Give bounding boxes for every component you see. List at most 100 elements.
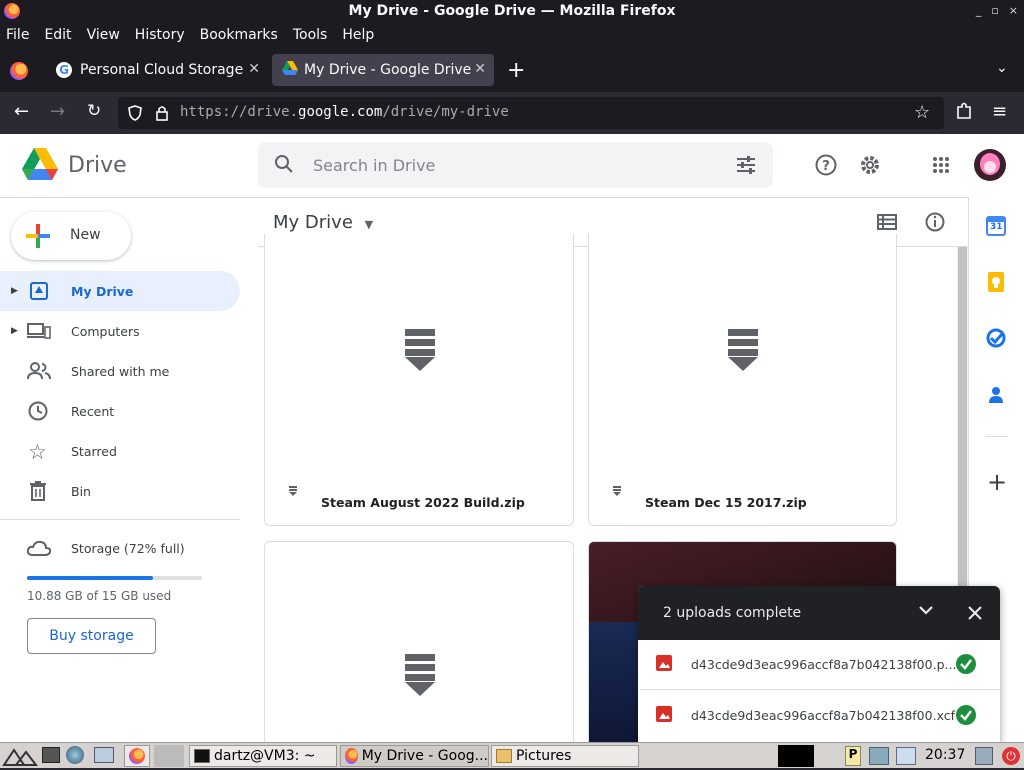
svg-text:?: ? — [822, 159, 830, 174]
tab-personal-cloud[interactable]: G Personal Cloud Storage & ✕ — [46, 54, 268, 86]
taskbar-pictures-label: Pictures — [516, 748, 572, 764]
keep-icon[interactable] — [986, 272, 1006, 292]
power-icon[interactable]: ⏻ — [1002, 747, 1020, 765]
menu-view[interactable]: View — [87, 27, 120, 43]
google-favicon-icon: G — [56, 62, 72, 78]
collapse-chevron-icon[interactable] — [918, 602, 934, 622]
firefox-view-icon[interactable] — [10, 62, 28, 80]
sidebar-item-bin[interactable]: Bin — [0, 471, 240, 511]
maximize-button[interactable]: ▫ — [991, 0, 998, 22]
list-view-icon[interactable] — [877, 214, 897, 234]
help-icon[interactable]: ? — [815, 154, 837, 180]
scrollbar-thumb[interactable] — [958, 247, 967, 587]
expand-arrow-icon[interactable]: ▶ — [11, 286, 18, 296]
url-bar[interactable]: https://drive.google.com/drive/my-drive … — [118, 97, 944, 129]
close-tab-icon[interactable]: ✕ — [248, 61, 260, 77]
sidebar-item-shared-with-me[interactable]: Shared with me — [0, 351, 240, 391]
file-card[interactable] — [264, 541, 574, 742]
drive-favicon-icon — [282, 61, 298, 79]
file-card[interactable]: Steam August 2022 Build.zip — [264, 234, 574, 526]
start-menu-icon[interactable] — [2, 746, 39, 770]
sidebar-label: Bin — [71, 483, 91, 499]
extensions-icon[interactable] — [956, 102, 972, 124]
taskbar-terminal[interactable]: dartz@VM3: ~ — [189, 745, 337, 767]
clipboard-icon[interactable]: P — [845, 746, 861, 766]
image-file-icon — [656, 655, 672, 675]
cloud-icon — [26, 540, 52, 560]
url-text[interactable]: https://drive.google.com/drive/my-drive — [180, 104, 509, 120]
firefox-logo-icon — [4, 3, 20, 19]
volume-icon[interactable] — [896, 747, 916, 765]
clock[interactable]: 20:37 — [925, 747, 965, 763]
menu-tools[interactable]: Tools — [293, 27, 328, 43]
close-tab-icon[interactable]: ✕ — [474, 61, 486, 77]
user-switch-icon[interactable] — [975, 747, 993, 765]
search-icon[interactable] — [274, 154, 294, 178]
sidebar-item-my-drive[interactable]: ▶ My Drive — [0, 271, 240, 311]
search-bar[interactable]: Search in Drive — [258, 142, 773, 188]
hamburger-menu-icon[interactable]: ≡ — [992, 101, 1007, 122]
menu-bookmarks[interactable]: Bookmarks — [200, 27, 278, 43]
sidebar-label: Starred — [71, 443, 117, 459]
people-icon — [27, 362, 51, 383]
upload-item[interactable]: d43cde9d3eac996accf8a7b042138f00.p... — [640, 640, 1000, 690]
apps-grid-icon[interactable] — [932, 156, 950, 178]
search-input[interactable]: Search in Drive — [313, 156, 435, 175]
show-desktop-icon[interactable] — [42, 747, 60, 763]
firefox-icon — [129, 748, 145, 764]
list-all-tabs-icon[interactable]: ⌄ — [996, 60, 1008, 76]
tab-my-drive[interactable]: My Drive - Google Drive ✕ — [272, 54, 494, 86]
storage-label[interactable]: Storage (72% full) — [71, 541, 185, 556]
file-manager-icon[interactable] — [94, 747, 114, 763]
forward-icon[interactable]: → — [50, 101, 65, 122]
account-avatar[interactable] — [974, 149, 1006, 181]
menu-history[interactable]: History — [135, 27, 185, 43]
drive-logo-icon[interactable] — [22, 148, 58, 184]
plus-multicolor-icon — [26, 224, 50, 252]
my-drive-icon — [30, 282, 48, 303]
drive-brand[interactable]: Drive — [68, 153, 127, 178]
info-icon[interactable] — [925, 212, 945, 236]
workspace-switcher[interactable] — [154, 745, 184, 767]
uploads-title: 2 uploads complete — [663, 605, 802, 621]
expand-arrow-icon[interactable]: ▶ — [11, 326, 18, 336]
settings-gear-icon[interactable] — [859, 154, 881, 180]
upload-item[interactable]: d43cde9d3eac996accf8a7b042138f00.xcf — [640, 691, 1000, 742]
taskbar-firefox[interactable]: My Drive - Goog... — [340, 745, 489, 767]
network-status-icon[interactable] — [869, 747, 889, 765]
back-icon[interactable]: ← — [14, 101, 29, 122]
menu-edit[interactable]: Edit — [44, 27, 71, 43]
sidebar-item-computers[interactable]: ▶ Computers — [0, 311, 240, 351]
upload-file-name: d43cde9d3eac996accf8a7b042138f00.p... — [691, 657, 957, 672]
close-uploads-icon[interactable] — [967, 605, 983, 625]
upload-file-name: d43cde9d3eac996accf8a7b042138f00.xcf — [691, 708, 956, 723]
close-window-button[interactable]: × — [1009, 0, 1018, 22]
menu-file[interactable]: File — [6, 27, 29, 43]
search-options-icon[interactable] — [736, 156, 756, 178]
zip-small-icon — [289, 481, 297, 500]
bookmark-star-icon[interactable]: ☆ — [914, 102, 930, 123]
lock-icon[interactable] — [156, 105, 168, 125]
menu-help[interactable]: Help — [342, 27, 374, 43]
new-tab-icon[interactable]: + — [507, 58, 525, 83]
caret-down-icon[interactable]: ▼ — [365, 218, 373, 231]
reload-icon[interactable]: ↻ — [87, 101, 101, 121]
network-globe-icon[interactable] — [66, 746, 84, 764]
minimize-button[interactable]: _ — [976, 0, 982, 22]
new-button-label: New — [70, 227, 101, 243]
sidebar-item-recent[interactable]: Recent — [0, 391, 240, 431]
tasks-icon[interactable] — [986, 328, 1006, 348]
sidebar-item-starred[interactable]: ☆ Starred — [0, 431, 240, 471]
contacts-icon[interactable] — [986, 384, 1006, 404]
calendar-icon[interactable]: 31 — [986, 216, 1006, 236]
buy-storage-button[interactable]: Buy storage — [27, 618, 156, 654]
get-add-ons-plus-icon[interactable]: + — [987, 468, 1007, 496]
shield-icon[interactable] — [128, 105, 142, 125]
new-button[interactable]: New — [11, 212, 131, 260]
taskbar-pictures[interactable]: Pictures — [491, 745, 639, 767]
card-top — [265, 247, 575, 248]
page-title[interactable]: My Drive ▼ — [273, 212, 373, 233]
firefox-launcher[interactable] — [124, 745, 150, 767]
sidebar-label: Recent — [71, 403, 115, 419]
file-card[interactable]: Steam Dec 15 2017.zip — [588, 234, 897, 526]
